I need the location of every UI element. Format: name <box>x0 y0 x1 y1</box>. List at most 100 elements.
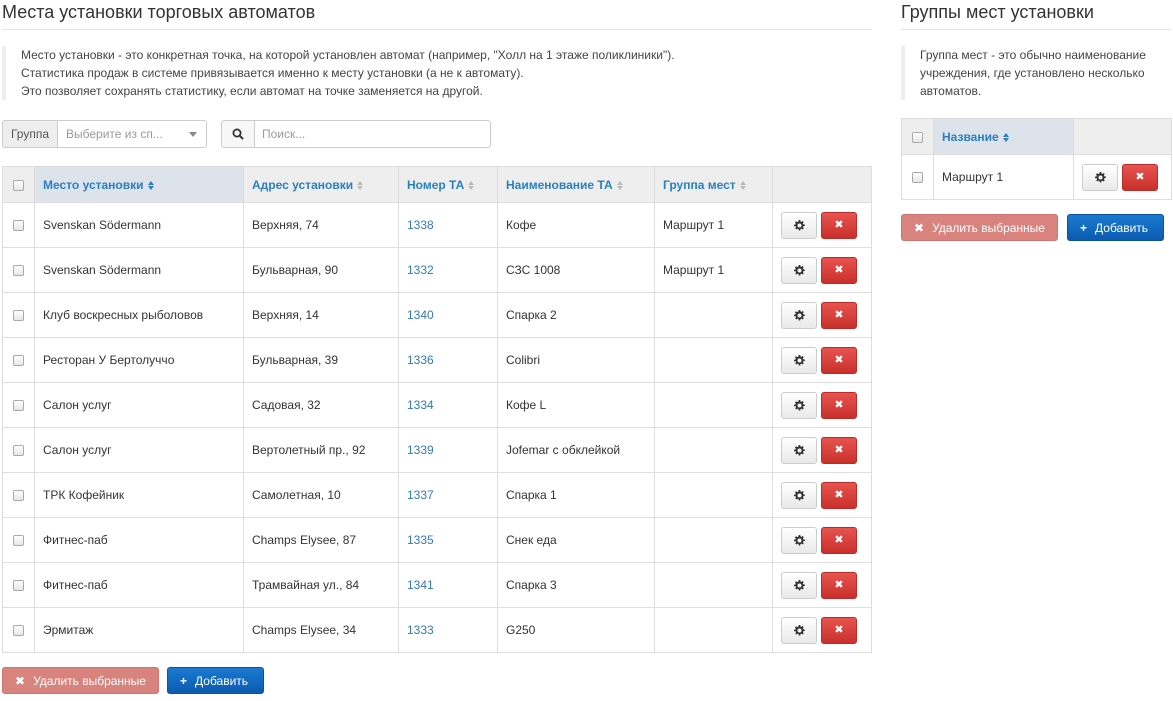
number-link[interactable]: 1336 <box>407 353 434 367</box>
row-checkbox[interactable] <box>13 265 24 277</box>
column-header-name[interactable]: Название <box>933 118 1074 155</box>
delete-button[interactable]: ✖ <box>821 256 857 284</box>
number-link[interactable]: 1334 <box>407 398 434 412</box>
row-actions: ✖ <box>772 382 872 428</box>
row-checkbox[interactable] <box>13 355 24 367</box>
number-link[interactable]: 1338 <box>407 218 434 232</box>
column-header-number[interactable]: Номер ТА <box>398 166 498 203</box>
delete-button[interactable]: ✖ <box>821 436 857 464</box>
add-button[interactable]: + Добавить <box>167 667 264 694</box>
edit-button[interactable] <box>781 346 817 374</box>
number-link[interactable]: 1332 <box>407 263 434 277</box>
select-all-checkbox[interactable] <box>13 179 24 191</box>
delete-button[interactable]: ✖ <box>821 211 857 239</box>
edit-button[interactable] <box>781 391 817 419</box>
address-cell: Трамвайная ул., 84 <box>243 562 399 608</box>
row-checkbox[interactable] <box>13 310 24 322</box>
place-cell: ТРК Кофейник <box>34 472 244 518</box>
delete-button[interactable]: ✖ <box>821 346 857 374</box>
delete-button[interactable]: ✖ <box>821 391 857 419</box>
edit-button[interactable] <box>781 616 817 644</box>
row-actions: ✖ <box>772 202 872 248</box>
row-select-cell <box>2 202 35 248</box>
address-cell: Champs Elysee, 87 <box>243 517 399 563</box>
row-checkbox[interactable] <box>13 580 24 592</box>
group-select-placeholder: Выберите из сп... <box>66 127 163 141</box>
select-all-cell <box>901 118 934 155</box>
group-cell <box>654 472 773 518</box>
gear-icon <box>793 219 805 230</box>
delete-selected-label: Удалить выбранные <box>932 220 1045 235</box>
delete-button[interactable]: ✖ <box>821 301 857 329</box>
group-cell: Маршрут 1 <box>654 202 773 248</box>
groups-table: Название Маршрут 1 ✖ <box>901 118 1172 200</box>
edit-button[interactable] <box>781 301 817 329</box>
row-checkbox[interactable] <box>13 220 24 232</box>
edit-button[interactable] <box>781 256 817 284</box>
number-link[interactable]: 1341 <box>407 578 434 592</box>
sort-icon <box>616 180 623 190</box>
place-cell: Ресторан У Бертолуччо <box>34 337 244 383</box>
delete-button[interactable]: ✖ <box>821 571 857 599</box>
row-actions: ✖ <box>772 472 872 518</box>
place-cell: Клуб воскресных рыболовов <box>34 292 244 338</box>
sort-icon <box>147 180 154 190</box>
column-header-label: Номер ТА <box>407 177 465 192</box>
column-header-place[interactable]: Место установки <box>34 166 244 203</box>
number-link[interactable]: 1339 <box>407 443 434 457</box>
groups-add-button[interactable]: + Добавить <box>1067 214 1164 241</box>
edit-button[interactable] <box>781 436 817 464</box>
place-cell: Svenskan Södermann <box>34 202 244 248</box>
delete-selected-button[interactable]: ✖ Удалить выбранные <box>2 667 159 694</box>
group-filter-label: Группа <box>3 121 58 147</box>
delete-button[interactable]: ✖ <box>1122 163 1158 191</box>
edit-button[interactable] <box>781 211 817 239</box>
place-cell: Салон услуг <box>34 427 244 473</box>
number-cell: 1334 <box>398 382 498 428</box>
groups-delete-selected-button[interactable]: ✖ Удалить выбранные <box>901 214 1058 241</box>
gear-icon <box>793 534 805 545</box>
info-line: учреждения, где установлено несколько <box>920 66 1145 80</box>
group-select[interactable]: Выберите из сп... <box>58 121 206 147</box>
number-cell: 1340 <box>398 292 498 338</box>
row-checkbox[interactable] <box>13 490 24 502</box>
group-cell: Маршрут 1 <box>654 247 773 293</box>
column-header-group[interactable]: Группа мест <box>654 166 773 203</box>
number-link[interactable]: 1333 <box>407 623 434 637</box>
column-header-name[interactable]: Наименование ТА <box>497 166 655 203</box>
number-cell: 1339 <box>398 427 498 473</box>
sort-icon <box>1002 132 1009 142</box>
gear-icon <box>1094 171 1106 182</box>
row-actions: ✖ <box>772 427 872 473</box>
machine-name-cell: Спарка 3 <box>497 562 655 608</box>
row-checkbox[interactable] <box>13 445 24 457</box>
address-cell: Бульварная, 39 <box>243 337 399 383</box>
table-row: Клуб воскресных рыболовов Верхняя, 14 1340… <box>2 292 872 338</box>
delete-button[interactable]: ✖ <box>821 526 857 554</box>
search-input[interactable] <box>255 121 490 147</box>
machine-name-cell: СЗС 1008 <box>497 247 655 293</box>
row-select-cell <box>2 382 35 428</box>
column-header-address[interactable]: Адрес установки <box>243 166 399 203</box>
number-link[interactable]: 1335 <box>407 533 434 547</box>
edit-button[interactable] <box>781 571 817 599</box>
address-cell: Вертолетный пр., 92 <box>243 427 399 473</box>
place-cell: Салон услуг <box>34 382 244 428</box>
number-link[interactable]: 1337 <box>407 488 434 502</box>
row-checkbox[interactable] <box>13 535 24 547</box>
delete-button[interactable]: ✖ <box>821 481 857 509</box>
delete-button[interactable]: ✖ <box>821 616 857 644</box>
row-actions: ✖ <box>772 247 872 293</box>
edit-button[interactable] <box>781 526 817 554</box>
row-checkbox[interactable] <box>912 172 923 184</box>
number-link[interactable]: 1340 <box>407 308 434 322</box>
edit-button[interactable] <box>1082 163 1118 191</box>
close-icon: ✖ <box>15 673 26 688</box>
select-all-checkbox[interactable] <box>912 131 923 143</box>
table-row: Svenskan Södermann Верхняя, 74 1338 Кофе Мар… <box>2 202 872 248</box>
search-button[interactable] <box>222 121 255 147</box>
row-checkbox[interactable] <box>13 400 24 412</box>
row-checkbox[interactable] <box>13 625 24 637</box>
edit-button[interactable] <box>781 481 817 509</box>
gear-icon <box>793 264 805 275</box>
